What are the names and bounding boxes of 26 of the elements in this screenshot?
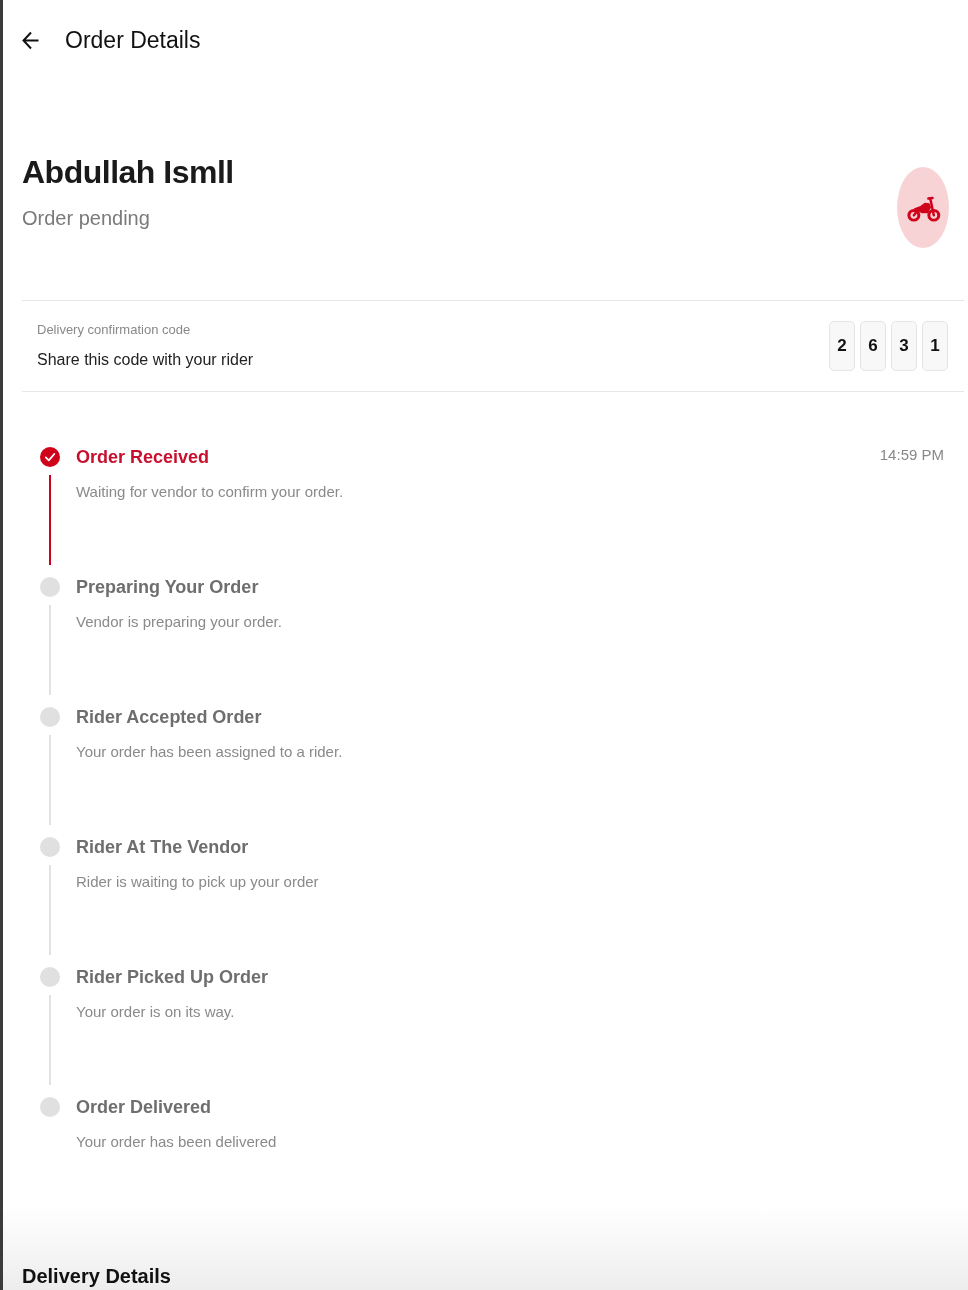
motorcycle-icon	[897, 167, 949, 248]
step-title: Rider Picked Up Order	[76, 967, 269, 987]
code-digit: 6	[860, 321, 886, 371]
section-title: Delivery Details	[22, 1264, 171, 1288]
order-status: Order pending	[22, 206, 151, 231]
code-digit: 1	[922, 321, 948, 371]
step-time: 14:59 PM	[879, 445, 944, 465]
step-title: Rider At The Vendor	[76, 837, 249, 857]
customer-name: Abdullah Ismll	[22, 153, 234, 192]
code-label: Delivery confirmation code	[37, 322, 192, 338]
back-arrow-icon	[22, 30, 39, 50]
step-description: Vendor is preparing your order.	[76, 612, 282, 632]
code-digit: 2	[829, 321, 855, 371]
step-title: Preparing Your Order	[76, 577, 259, 597]
back-button[interactable]	[22, 30, 39, 50]
step-description: Your order has been delivered	[76, 1132, 277, 1152]
step-title: Order Delivered	[76, 1097, 212, 1117]
step-title: Order Received	[76, 447, 210, 467]
step-title: Rider Accepted Order	[76, 707, 262, 727]
step-description: Rider is waiting to pick up your order	[76, 872, 319, 892]
code-digit: 3	[891, 321, 917, 371]
step-description: Your order has been assigned to a rider.	[76, 742, 343, 762]
code-hint: Share this code with your rider	[37, 350, 254, 370]
step-description: Your order is on its way.	[76, 1002, 235, 1022]
page-title: Order Details	[65, 26, 201, 54]
step-description: Waiting for vendor to confirm your order.	[76, 482, 344, 502]
